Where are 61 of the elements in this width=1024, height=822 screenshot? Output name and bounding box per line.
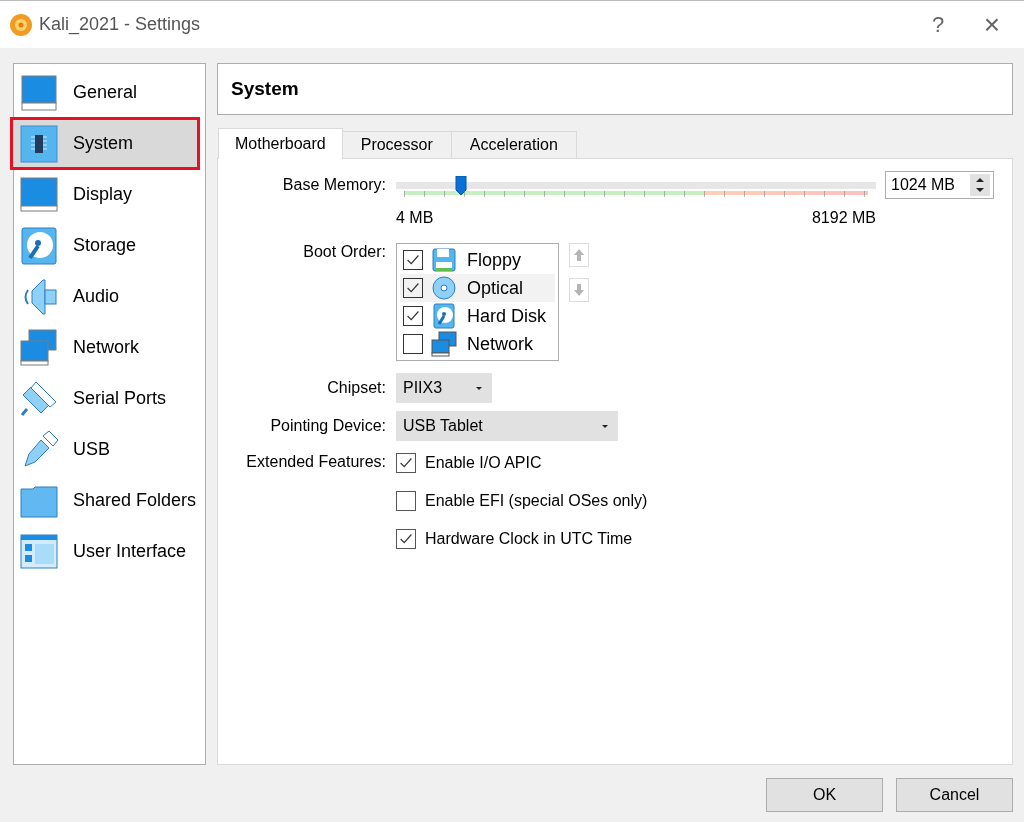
field-label: Chipset: (326, 379, 387, 397)
sidebar-item[interactable]: Audio (14, 271, 200, 322)
field-label: Boot Order: (302, 243, 387, 262)
field-label: Pointing Device: (269, 417, 387, 435)
boot-item[interactable]: Hard Disk (400, 302, 555, 330)
checked-checkbox[interactable] (403, 250, 423, 270)
dialog-button[interactable]: OK (766, 778, 883, 812)
caret-icon (601, 422, 609, 430)
boot-item[interactable]: Network (400, 330, 555, 358)
dialog-button[interactable]: Cancel (896, 778, 1013, 812)
scale-max-label: 8192 MB (811, 209, 876, 227)
network-icon (19, 327, 59, 368)
tab[interactable]: Acceleration (450, 131, 577, 158)
slider-thumb[interactable] (454, 176, 467, 196)
sidebar-item[interactable]: System (11, 118, 199, 169)
chipset-dropdown[interactable]: PIIX3 (396, 373, 492, 403)
memory-slider[interactable] (396, 176, 876, 196)
sidebar-item[interactable]: Shared Folders (14, 475, 200, 526)
checked-checkbox[interactable] (403, 306, 423, 326)
boot-item-label: Network (467, 333, 533, 355)
sidebar-item[interactable]: General (14, 67, 200, 118)
tab[interactable]: Motherboard (218, 128, 343, 159)
field-label: Extended Features: (245, 453, 387, 472)
memory-spinbox[interactable]: 1024 MB (885, 171, 994, 199)
help-button[interactable]: ? (918, 11, 958, 38)
monitor-icon (19, 174, 59, 215)
boot-item-label: Hard Disk (467, 305, 546, 327)
boot-item[interactable]: Floppy (400, 246, 555, 274)
boot-item-label: Optical (467, 277, 524, 299)
scale-min-label: 4 MB (396, 209, 434, 227)
checked-checkbox[interactable] (396, 453, 416, 473)
checkbox[interactable] (396, 491, 416, 511)
sidebar-item[interactable]: Network (14, 322, 200, 373)
field-label: Base Memory: (281, 176, 387, 195)
optical-disc-icon (431, 275, 457, 301)
pointing-device-dropdown[interactable]: USB Tablet (396, 411, 618, 441)
checked-checkbox[interactable] (396, 529, 416, 549)
caret-icon (475, 384, 483, 392)
down-arrow-icon (573, 283, 585, 297)
sidebar-item[interactable]: User Interface (14, 526, 200, 577)
monitor-icon (19, 72, 59, 113)
app-icon (9, 12, 33, 37)
close-button[interactable]: × (972, 8, 1012, 41)
up-arrow-icon (573, 248, 585, 262)
checkbox[interactable] (403, 334, 423, 354)
sidebar-item[interactable]: USB (14, 424, 200, 475)
page-title: System (217, 63, 1013, 115)
sidebar-item[interactable]: Storage (14, 220, 200, 271)
checkbox-label: Hardware Clock in UTC Time (425, 530, 633, 548)
chip-icon (19, 123, 59, 164)
checked-checkbox[interactable] (403, 278, 423, 298)
boot-item-label: Floppy (467, 249, 522, 271)
sidebar-item[interactable]: Serial Ports (14, 373, 200, 424)
window-title: Kali_2021 - Settings (39, 14, 202, 35)
window-layout-icon (19, 531, 59, 572)
boot-item[interactable]: Optical (400, 274, 555, 302)
checkbox-label: Enable I/O APIC (425, 454, 542, 472)
floppy-icon (431, 247, 457, 273)
network-icon (431, 331, 457, 357)
checkbox-label: Enable EFI (special OSes only) (425, 492, 648, 510)
sidebar-item[interactable]: Display (14, 169, 200, 220)
